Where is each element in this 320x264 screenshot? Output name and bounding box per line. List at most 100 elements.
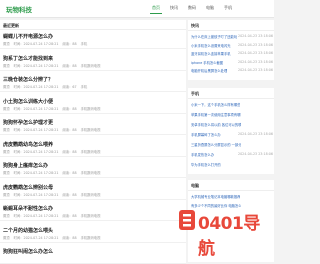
sidebar-link-title[interactable]: 大学机械专业笔记本电脑哪款推荐	[191, 194, 240, 200]
sidebar-link-title[interactable]: 电脑开机后黑屏怎么处理	[191, 68, 227, 74]
article-meta-item: 置顶	[3, 63, 10, 68]
sidebar-link[interactable]: 蓝牙耳机怎么连接苹果手机 2024-04-23 23:18:06	[191, 51, 273, 57]
sidebar-link[interactable]: iphone 手机怎么截图 2024-04-23 23:18:06	[191, 60, 273, 66]
article-meta: 置顶 时间：2024-07-24 17:28:21 阅读：88 手机数码电视	[3, 106, 104, 111]
article-meta-item[interactable]: 手机数码电视	[81, 171, 101, 175]
main-nav: 首页 快讯 数码 电脑 手机	[150, 5, 242, 15]
article-meta-item: 置顶	[3, 171, 10, 175]
sidebar-link[interactable]: 小米一下，这个手机怎么样有哪些	[191, 102, 273, 108]
sidebar-link-title[interactable]: 小米一下，这个手机怎么样有哪些	[191, 102, 240, 108]
article-title[interactable]: 狗狗怀孕怎么护理才更	[3, 119, 53, 126]
article-item[interactable]: 虎皮鹦鹉幼鸟怎么喂养 置顶 时间：2024-07-24 17:28:21 阅读：88 手…	[0, 138, 186, 157]
article-meta: 置顶 时间：2024-07-24 17:28:21 阅读：88 手机数码电视	[3, 192, 104, 197]
article-meta-item[interactable]: 手机数码电视	[81, 150, 101, 154]
article-meta: 置顶 时间：2024-07-24 17:28:21 阅读：88 手机数码电视	[3, 63, 104, 68]
article-meta-item[interactable]: 手机数码电视	[81, 107, 101, 111]
sidebar-link[interactable]: 电脑开机后黑屏怎么处理 2024-04-23 23:18:06	[191, 68, 273, 74]
article-item[interactable]: 三晚仓装怎么分辨了？ 置顶 时间：2024-07-24 17:28:21 阅读：67 手…	[0, 73, 186, 92]
sidebar-link-title[interactable]: 手机发热怎么办	[191, 152, 214, 158]
sidebar-link[interactable]: 安卓手机怎么将以前 各位可以的联系	[191, 122, 273, 128]
article-meta: 置顶 时间：2024-07-24 17:28:21 阅读：88 手机	[3, 41, 91, 46]
article-meta-item[interactable]: 手机数码电视	[81, 236, 101, 240]
nav-home[interactable]: 首页	[150, 5, 162, 15]
nav-news[interactable]: 快讯	[170, 5, 178, 11]
article-meta-item[interactable]: 手机数码电视	[81, 214, 101, 218]
article-meta-item: 置顶	[3, 214, 10, 218]
article-meta-item: 时间：2024-07-24 17:28:21	[13, 214, 59, 218]
article-meta-item: 阅读：67	[62, 85, 77, 89]
sidebar-link[interactable]: 手机屏幕碎了怎么办 2024-04-23 23:18:06	[191, 132, 273, 138]
article-meta-item: 阅读：88	[62, 214, 77, 218]
article-meta-item[interactable]: 手机数码电视	[81, 193, 101, 197]
article-title[interactable]: 虎皮鹦鹉怎么辨别公母	[3, 184, 53, 191]
article-meta-item: 置顶	[3, 149, 10, 154]
article-meta-item: 阅读：88	[62, 235, 77, 240]
article-meta-item[interactable]: 手机	[81, 85, 88, 89]
article-item[interactable]: 狗系丁怎么才能找到来 置顶 时间：2024-07-24 17:28:21 阅读：88 手…	[0, 52, 186, 71]
article-title[interactable]: 蝴蝶儿不开电源怎么办	[3, 33, 53, 40]
article-meta-item[interactable]: 手机数码电视	[81, 64, 101, 68]
sidebar-link[interactable]: 华为手机怎么打开的	[191, 162, 273, 168]
article-meta-item: 时间：2024-07-24 17:28:21	[13, 235, 59, 240]
article-meta-item: 置顶	[3, 192, 10, 197]
article-meta-item: 阅读：88	[62, 128, 77, 132]
sidebar-section-title: 快讯	[191, 23, 199, 28]
article-item[interactable]: 狗狗怀孕怎么护理才更 置顶 时间：2024-07-24 17:28:21 阅读：88 手…	[0, 116, 186, 135]
article-item[interactable]: 狗狗狂叫闹怎么办怎么	[0, 245, 186, 264]
site-logo[interactable]: 玩物科技	[6, 4, 32, 14]
nav-computer[interactable]: 电脑	[206, 5, 214, 11]
sidebar-link-title[interactable]: 手机屏幕碎了怎么办	[191, 132, 221, 138]
article-meta-item[interactable]: 手机	[81, 42, 88, 46]
nav-digital[interactable]: 数码	[188, 5, 196, 11]
article-title[interactable]: 狗狗身上瘙痒怎么办	[3, 162, 48, 169]
sidebar-link-title[interactable]: 安卓手机怎么将以前 各位可以的联系	[191, 122, 241, 128]
article-item[interactable]: 虎皮鹦鹉怎么辨别公母 置顶 时间：2024-07-24 17:28:21 阅读：88 手…	[0, 181, 186, 200]
sidebar-link-title[interactable]: 蓝牙耳机怎么连接苹果手机	[191, 51, 231, 57]
article-meta: 置顶 时间：2024-07-24 17:28:21 阅读：88 手机数码电视	[3, 235, 104, 240]
article-meta-item[interactable]: 手机数码电视	[81, 128, 101, 132]
sidebar-section-phone: 手机 小米一下，这个手机怎么样有哪些 苹果手机第一次使用注意事项有哪些 安卓手机怎么将…	[188, 88, 274, 174]
sidebar-link-title[interactable]: 三星折叠屏怎么分屏显示的 一部分都可以的	[191, 142, 241, 148]
sidebar-link-date: 2024-04-23 23:18:06	[237, 132, 273, 136]
sidebar-link-title[interactable]: 小米手机怎么设置来电闪光	[191, 43, 231, 49]
sidebar-link[interactable]: 大学机械专业笔记本电脑哪款推荐	[191, 194, 273, 200]
sidebar-section-news: 快讯为什么在床上被蚊子叮了还能玩 2024-04-23 23:18:06 小米手机怎…	[188, 20, 274, 80]
article-meta-item: 阅读：88	[62, 149, 77, 154]
sidebar-link-title[interactable]: 为什么在床上被蚊子叮了还能玩	[191, 34, 237, 40]
article-title[interactable]: 二个月的幼猫怎么喂头	[3, 227, 53, 234]
sidebar-link[interactable]: 三星折叠屏怎么分屏显示的 一部分都可以的	[191, 142, 273, 148]
article-item[interactable]: 蜥蜴耳朵不耐性怎么办 置顶 时间：2024-07-24 17:28:21 阅读：88 手…	[0, 202, 186, 221]
article-title[interactable]: 狗狗狂叫闹怎么办怎么	[3, 248, 53, 255]
sidebar-link[interactable]: 为什么在床上被蚊子叮了还能玩 2024-04-23 23:18:06	[191, 34, 273, 40]
article-title[interactable]: 小土狗怎么训练大小便	[3, 98, 53, 105]
sidebar-link[interactable]: 手机发热怎么办 2024-04-23 23:18:06	[191, 152, 273, 158]
sidebar-link[interactable]: 小米手机怎么设置来电闪光 2024-04-23 23:18:06	[191, 43, 273, 49]
article-title[interactable]: 狗系丁怎么才能找到来	[3, 55, 53, 62]
article-item[interactable]: 小土狗怎么训练大小便 置顶 时间：2024-07-24 17:28:21 阅读：88 手…	[0, 95, 186, 114]
top-bar: 玩物科技 首页 快讯 数码 电脑 手机	[0, 0, 274, 18]
article-meta-item: 阅读：88	[62, 171, 77, 175]
article-title[interactable]: 三晚仓装怎么分辨了？	[3, 76, 53, 83]
article-title[interactable]: 虎皮鹦鹉幼鸟怎么喂养	[3, 141, 53, 148]
sidebar-link-title[interactable]: 苹果手机第一次使用注意事项有哪些	[191, 112, 241, 118]
sidebar-link-title[interactable]: iphone 手机怎么截图	[191, 60, 223, 66]
divider	[188, 98, 274, 99]
article-title[interactable]: 蜥蜴耳朵不耐性怎么办	[3, 205, 53, 212]
divider	[188, 30, 274, 31]
article-meta-item: 置顶	[3, 128, 10, 132]
article-meta-item: 置顶	[3, 85, 10, 89]
watermark-text: 0401导航	[198, 214, 260, 259]
sidebar-link-date: 2024-04-23 23:18:06	[237, 34, 273, 38]
article-meta: 置顶 时间：2024-07-24 17:28:21 阅读：67 手机	[3, 84, 91, 89]
article-item[interactable]: 狗狗身上瘙痒怎么办 置顶 时间：2024-07-24 17:28:21 阅读：88 手机…	[0, 159, 186, 178]
sidebar-link-title[interactable]: 华为手机怎么打开的	[191, 162, 221, 168]
article-meta-item: 置顶	[3, 42, 10, 46]
nav-phone[interactable]: 手机	[224, 5, 232, 11]
article-meta-item: 阅读：88	[62, 192, 77, 197]
sidebar-link[interactable]: 苹果手机第一次使用注意事项有哪些	[191, 112, 273, 118]
watermark-logo: 0401导航	[178, 206, 270, 259]
article-item[interactable]: 二个月的幼猫怎么喂头 置顶 时间：2024-07-24 17:28:21 阅读：88 手…	[0, 224, 186, 243]
article-list-header: 最近更新	[0, 20, 186, 30]
navigation-logo-icon	[179, 210, 195, 230]
article-item[interactable]: 蝴蝶儿不开电源怎么办 置顶 时间：2024-07-24 17:28:21 阅读：88 手…	[0, 30, 186, 49]
